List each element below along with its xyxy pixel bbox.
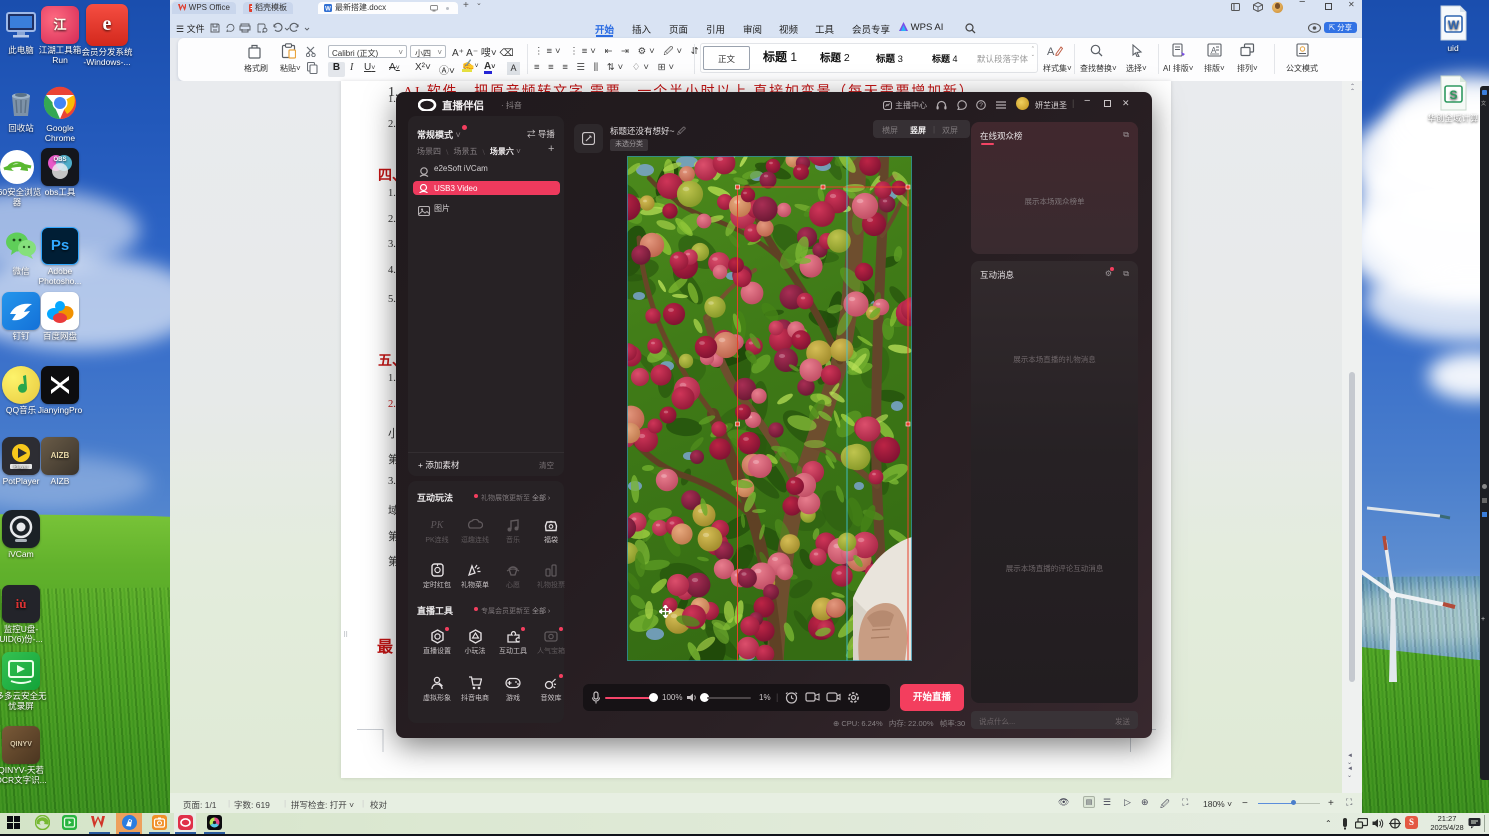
svg-text:?: ? — [979, 102, 983, 109]
svg-text:S: S — [1449, 88, 1457, 102]
svg-text:OBS: OBS — [53, 157, 66, 163]
svg-text:W: W — [325, 6, 331, 12]
svg-text:W: W — [1448, 18, 1460, 32]
svg-text:A: A — [1047, 46, 1055, 58]
